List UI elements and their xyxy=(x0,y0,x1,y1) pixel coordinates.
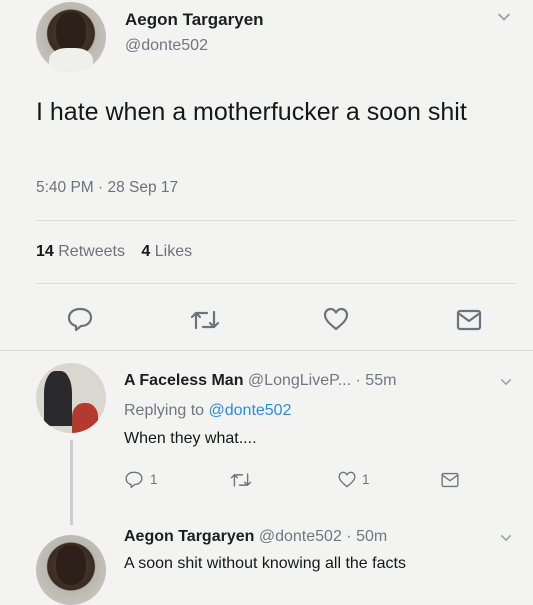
reply-author-name[interactable]: Aegon Targaryen xyxy=(124,528,254,545)
retweet-icon[interactable] xyxy=(190,308,220,332)
reply-header: Aegon Targaryen @donte502 · 50m xyxy=(124,528,387,546)
tweet-text: I hate when a motherfucker a soon shit xyxy=(36,98,467,126)
reply-author-handle[interactable]: @LongLiveP... xyxy=(248,372,351,389)
divider xyxy=(36,220,516,221)
chevron-down-icon[interactable] xyxy=(497,10,511,24)
likes-count[interactable]: 4 xyxy=(141,243,150,260)
reply-header: A Faceless Man @LongLiveP... · 55m xyxy=(124,372,396,390)
divider xyxy=(36,283,516,284)
reply-icon[interactable] xyxy=(124,470,144,489)
reply-count[interactable]: 1 xyxy=(150,472,158,487)
likes-label[interactable]: Likes xyxy=(155,243,192,260)
divider xyxy=(0,350,533,351)
reply-avatar[interactable] xyxy=(36,535,106,605)
reply-avatar[interactable] xyxy=(36,363,106,433)
reply-time[interactable]: · 55m xyxy=(356,372,397,389)
retweet-icon[interactable] xyxy=(230,471,252,489)
author-name[interactable]: Aegon Targaryen xyxy=(125,10,264,30)
reply-text: A soon shit without knowing all the fact… xyxy=(124,555,406,572)
message-icon[interactable] xyxy=(440,471,460,489)
replying-mention[interactable]: @donte502 xyxy=(209,402,292,419)
retweets-count[interactable]: 14 xyxy=(36,243,54,260)
reply-text: When they what.... xyxy=(124,430,257,447)
message-icon[interactable] xyxy=(455,308,483,332)
replying-to: Replying to @donte502 xyxy=(124,402,291,420)
chevron-down-icon[interactable] xyxy=(500,532,512,544)
tweet-stats: 14 Retweets 4 Likes xyxy=(36,243,192,261)
reply-icon[interactable] xyxy=(66,306,94,332)
like-icon[interactable] xyxy=(337,470,357,489)
reply-author-handle[interactable]: @donte502 xyxy=(259,528,342,545)
replying-prefix: Replying to xyxy=(124,402,205,419)
author-avatar[interactable] xyxy=(36,2,106,72)
author-handle[interactable]: @donte502 xyxy=(125,37,208,55)
chevron-down-icon[interactable] xyxy=(500,376,512,388)
thread-line xyxy=(70,440,73,525)
like-icon[interactable] xyxy=(322,306,350,332)
tweet-timestamp[interactable]: 5:40 PM · 28 Sep 17 xyxy=(36,179,178,197)
retweets-label[interactable]: Retweets xyxy=(58,243,125,260)
like-count[interactable]: 1 xyxy=(362,472,370,487)
reply-author-name[interactable]: A Faceless Man xyxy=(124,372,243,389)
reply-time[interactable]: · 50m xyxy=(346,528,387,545)
